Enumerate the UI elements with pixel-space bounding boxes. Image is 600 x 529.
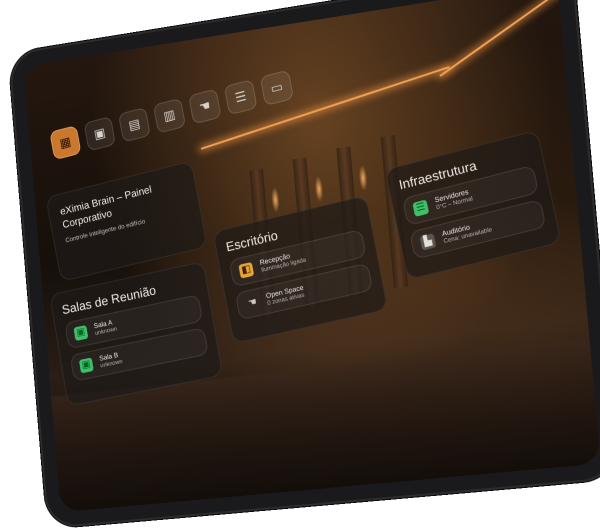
tab-dashboard[interactable]: ▦ [49, 125, 82, 161]
calendar-icon: ▤ [127, 115, 142, 133]
monitor-icon: ▭ [269, 78, 285, 97]
tab-schedule[interactable]: ▥ [152, 97, 187, 134]
tablet-device: ▦ ▣ ▤ ▥ ☚ ☰ ▭ eXimia Brain – Painel Corp… [0, 0, 600, 529]
ceiling-light-strip [439, 0, 563, 77]
tab-calendar[interactable]: ▤ [117, 106, 151, 143]
lamp-icon: ◧ [238, 261, 255, 279]
tablet-bezel: ▦ ▣ ▤ ▥ ☚ ☰ ▭ eXimia Brain – Painel Corp… [8, 0, 600, 529]
tab-rooms[interactable]: ▣ [83, 116, 117, 152]
auditorium-icon: ▙ [419, 233, 437, 251]
hand-icon: ☚ [247, 296, 258, 310]
brand-panel: eXimia Brain – Painel Corporativo Contro… [45, 160, 208, 283]
tab-monitor[interactable]: ▭ [259, 69, 295, 107]
grid-icon: ▦ [58, 133, 73, 151]
wall-lamp [313, 175, 325, 203]
server-icon: ☰ [412, 199, 430, 217]
server-icon: ☰ [233, 88, 248, 106]
wall-lamp [270, 186, 281, 214]
tab-infrastructure[interactable]: ☰ [223, 79, 258, 116]
infrastructure-panel: Infraestrutura ☰ Servidores 0°C – Normal… [384, 129, 562, 281]
screen: ▦ ▣ ▤ ▥ ☚ ☰ ▭ eXimia Brain – Painel Corp… [23, 0, 600, 513]
door-icon: ▣ [92, 124, 107, 142]
wall-lamp [357, 164, 369, 192]
door-icon: ▣ [78, 357, 94, 374]
tab-lighting[interactable]: ☚ [188, 88, 222, 125]
top-icon-bar: ▦ ▣ ▤ ▥ ☚ ☰ ▭ [49, 69, 295, 161]
hand-icon: ☚ [197, 97, 212, 115]
schedule-icon: ▥ [162, 106, 177, 124]
office-panel: Escritório ◧ Recepção Iluminação ligada … [212, 194, 389, 345]
door-icon: ▣ [73, 325, 89, 342]
